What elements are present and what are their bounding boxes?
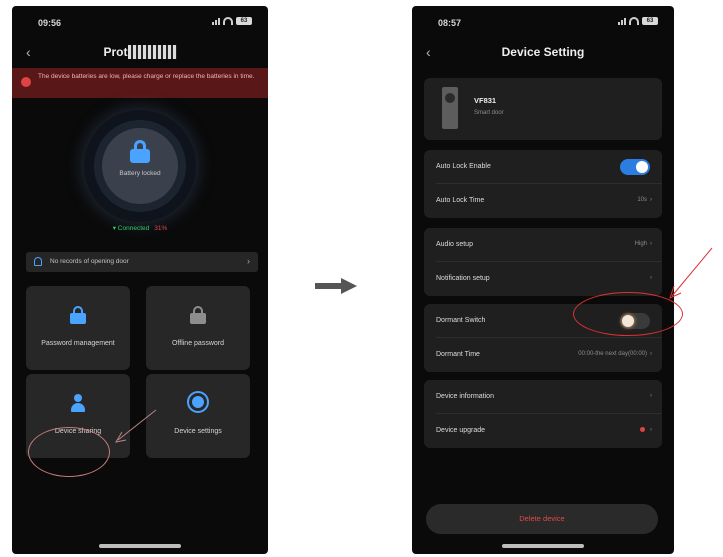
lock-status-inner: Battery locked <box>102 128 178 204</box>
row-value: › <box>647 275 652 281</box>
delete-device-button[interactable]: Delete device <box>426 504 658 534</box>
tile-label: Password management <box>41 340 115 347</box>
row-label: Dormant Time <box>436 351 480 358</box>
page-title-text: Prot <box>103 45 128 59</box>
row-value: High › <box>634 241 652 247</box>
canvas: 09:56 63 ‹ ProtXXXXXX The device batteri… <box>0 0 723 557</box>
tile-label: Offline password <box>171 340 224 347</box>
chevron-right-icon: › <box>247 256 250 266</box>
signal-icon <box>618 17 626 25</box>
status-icons: 63 <box>618 17 658 25</box>
padlock-icon <box>130 140 150 163</box>
auto-lock-time-row[interactable]: Auto Lock Time 10s › <box>424 184 662 218</box>
lock-icon <box>190 306 206 324</box>
status-icons: 63 <box>212 17 252 25</box>
chevron-right-icon: › <box>650 427 652 434</box>
status-time: 08:57 <box>438 18 462 28</box>
row-value: › <box>647 393 652 399</box>
row-label: Device upgrade <box>436 427 486 434</box>
chevron-right-icon: › <box>650 351 652 357</box>
annotation-arrow-right <box>671 247 713 297</box>
connection-status: ▾ Connected 31% <box>12 224 268 232</box>
door-records-notice[interactable]: No records of opening door › <box>26 252 258 272</box>
door-lock-thumbnail <box>442 87 458 129</box>
auto-lock-enable-row: Auto Lock Enable <box>424 150 662 184</box>
status-bar: 09:56 63 <box>12 16 268 32</box>
audio-setup-row[interactable]: Audio setup High › <box>424 228 662 262</box>
row-label: Notification setup <box>436 275 490 282</box>
row-label: Dormant Switch <box>436 317 486 324</box>
row-label: Auto Lock Enable <box>436 163 491 170</box>
signal-icon <box>212 17 220 25</box>
tile-label: Device settings <box>174 428 222 435</box>
notice-text: No records of opening door <box>50 258 129 265</box>
status-bar: 08:57 63 <box>412 16 674 32</box>
wifi-icon <box>223 17 233 25</box>
dormant-time-row[interactable]: Dormant Time 00:00-the next day(00:00) › <box>424 338 662 372</box>
update-badge <box>640 427 645 432</box>
redacted-title-mark: XXXXXX <box>128 45 177 59</box>
offline-password-tile[interactable]: Offline password <box>146 286 250 370</box>
chevron-right-icon: › <box>650 393 652 399</box>
auto-lock-card: Auto Lock Enable Auto Lock Time 10s › <box>424 150 662 218</box>
right-phone-screen: 08:57 63 ‹ Device Setting VF831 Smart do… <box>412 6 674 554</box>
user-icon <box>70 394 86 412</box>
row-value: 00:00-the next day(00:00) › <box>578 351 652 357</box>
row-label: Auto Lock Time <box>436 197 485 204</box>
device-name: VF831 <box>474 96 497 105</box>
lock-status-text: Battery locked <box>119 170 161 177</box>
annotation-ellipse-right <box>573 292 683 336</box>
warning-icon <box>21 77 31 87</box>
auto-lock-enable-toggle[interactable] <box>620 159 650 175</box>
page-title: ProtXXXXXX <box>12 45 268 59</box>
gear-icon <box>192 396 204 408</box>
home-indicator[interactable] <box>502 544 584 548</box>
device-settings-tile[interactable]: Device settings <box>146 374 250 458</box>
warning-text: The device batteries are low, please cha… <box>38 73 255 80</box>
bell-icon <box>34 257 42 266</box>
battery-level-text: 31% <box>154 225 168 232</box>
home-indicator[interactable] <box>99 544 181 548</box>
low-battery-warning-banner: The device batteries are low, please cha… <box>12 68 268 98</box>
notification-setup-row[interactable]: Notification setup › <box>424 262 662 296</box>
device-upgrade-row[interactable]: Device upgrade › <box>424 414 662 448</box>
password-management-tile[interactable]: Password management <box>26 286 130 370</box>
device-card[interactable]: VF831 Smart door <box>424 78 662 140</box>
lock-icon <box>70 306 86 324</box>
device-subtitle: Smart door <box>474 110 504 116</box>
page-title: Device Setting <box>501 45 585 59</box>
chevron-right-icon: › <box>650 275 652 281</box>
lock-status-ring[interactable]: Battery locked <box>84 110 196 222</box>
connection-text: Connected <box>117 225 150 232</box>
nav-bar: ‹ ProtXXXXXX <box>12 42 268 64</box>
row-value: › <box>640 427 652 433</box>
chevron-right-icon: › <box>650 241 652 247</box>
row-label: Device information <box>436 393 494 400</box>
nav-bar: ‹ Device Setting <box>412 42 674 64</box>
row-label: Audio setup <box>436 241 473 248</box>
row-value: 10s › <box>637 197 652 203</box>
chevron-right-icon: › <box>650 197 652 203</box>
transition-arrow <box>315 278 359 294</box>
device-info-card: Device information › Device upgrade › <box>424 380 662 448</box>
annotation-ellipse-left <box>28 427 110 477</box>
audio-notification-card: Audio setup High › Notification setup › <box>424 228 662 296</box>
status-time: 09:56 <box>38 18 62 28</box>
battery-icon: 63 <box>642 17 658 25</box>
wifi-icon <box>629 17 639 25</box>
battery-icon: 63 <box>236 17 252 25</box>
device-information-row[interactable]: Device information › <box>424 380 662 414</box>
